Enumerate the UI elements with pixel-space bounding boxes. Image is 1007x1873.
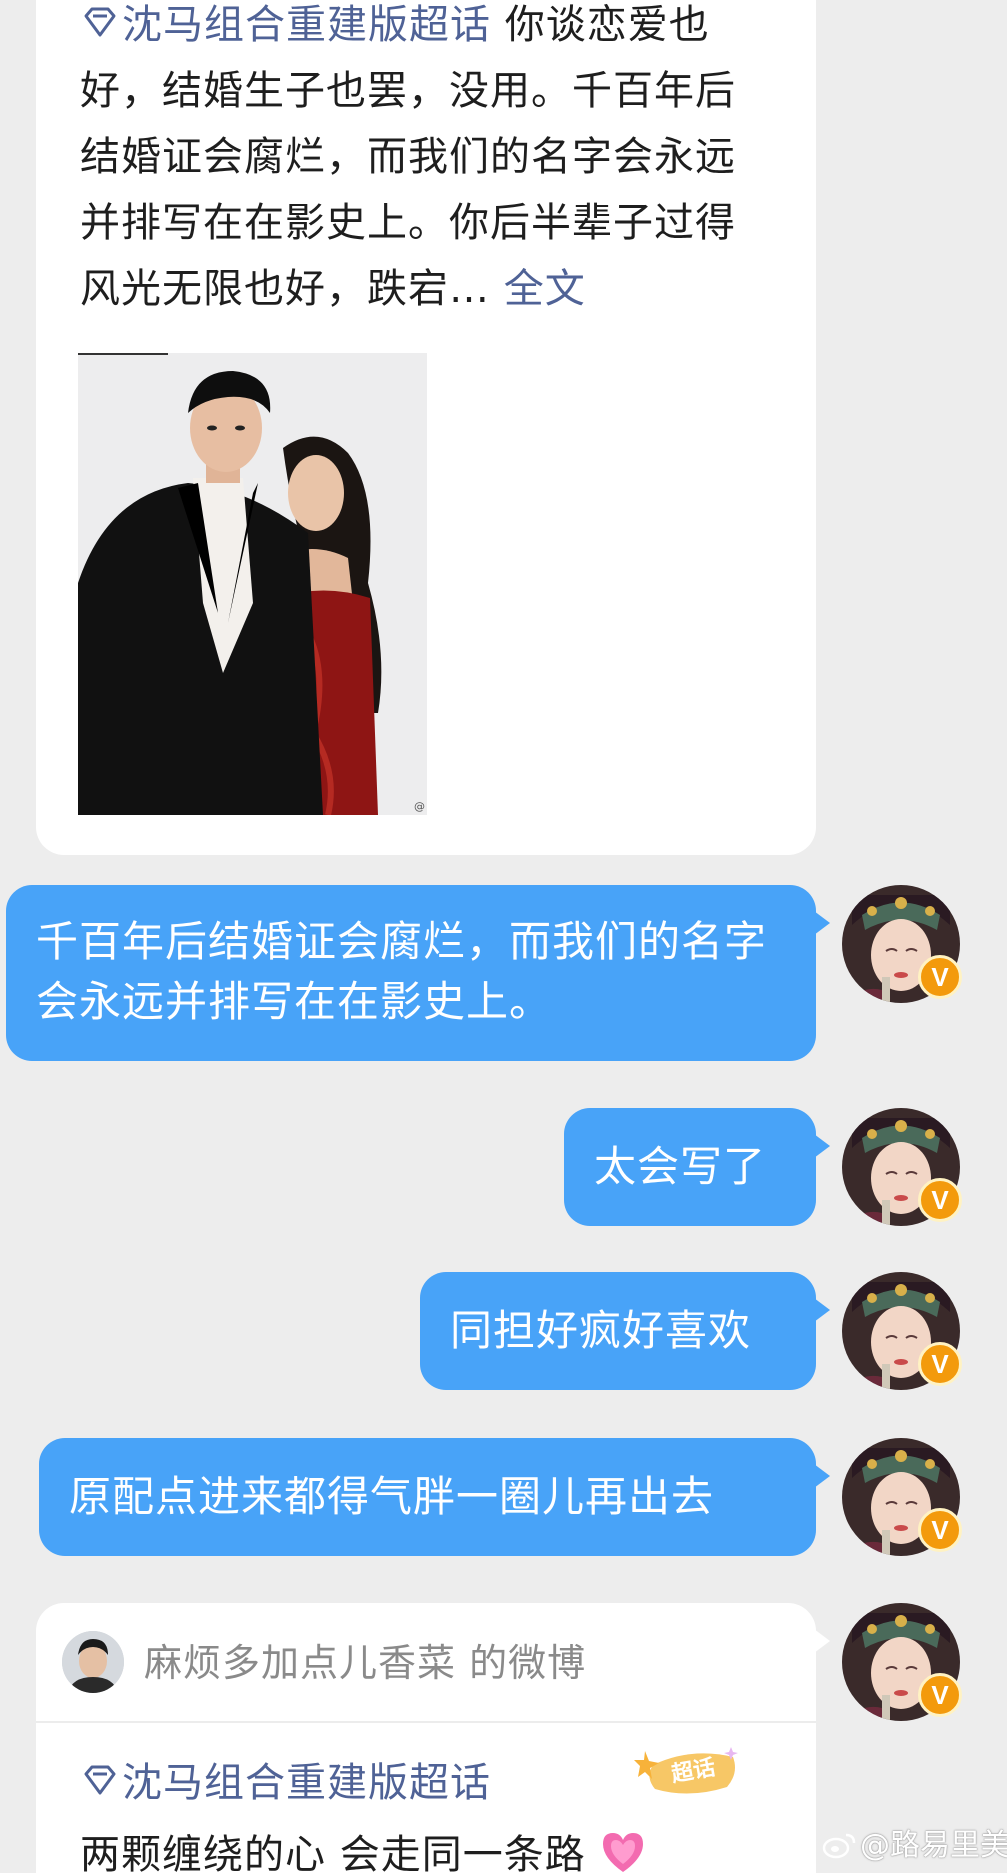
verified-badge: V	[918, 1178, 962, 1222]
post-text-block: 沈马组合重建版超话 你谈恋爱也好，结婚生子也罢，没用。千百年后结婚证会腐烂，而我…	[80, 0, 770, 322]
weibo-logo-icon	[822, 1833, 856, 1859]
message-bubble[interactable]: 千百年后结婚证会腐烂，而我们的名字会永远并排写在在影史上。	[6, 885, 830, 1061]
shared-post-card[interactable]: 麻烦多加点儿香菜 的微博 沈马组合重建版超话 超话 两颗缠绕的心 会走同一条路	[36, 1603, 830, 1873]
shared-post-card[interactable]: 沈马组合重建版超话 你谈恋爱也好，结婚生子也罢，没用。千百年后结婚证会腐烂，而我…	[36, 0, 816, 855]
topic-link[interactable]: 沈马组合重建版超话	[80, 1753, 491, 1813]
photo-indicator	[78, 353, 168, 355]
verified-badge: V	[918, 1508, 962, 1552]
divider	[36, 1721, 816, 1723]
author-line: 麻烦多加点儿香菜 的微博	[144, 1639, 586, 1687]
photo-watermark: @	[414, 800, 425, 813]
author-suffix: 的微博	[469, 1641, 587, 1685]
post-text: 两颗缠绕的心 会走同一条路	[80, 1832, 586, 1873]
topic-label: 沈马组合重建版超话	[122, 1760, 491, 1806]
diamond-icon	[84, 7, 116, 37]
diamond-icon	[84, 1765, 116, 1795]
verified-badge: V	[918, 955, 962, 999]
author-name[interactable]: 麻烦多加点儿香菜	[144, 1641, 456, 1685]
topic-link[interactable]: 沈马组合重建版超话	[80, 2, 505, 48]
author-avatar-image	[62, 1631, 124, 1693]
full-text-link[interactable]: 全文	[504, 266, 586, 312]
message-text: 原配点进来都得气胖一圈儿再出去	[69, 1472, 715, 1521]
message-bubble[interactable]: 同担好疯好喜欢	[420, 1272, 830, 1390]
watermark-text: @路易里美	[860, 1828, 1007, 1863]
topic-label: 沈马组合重建版超话	[122, 2, 491, 48]
message-bubble[interactable]: 太会写了	[564, 1108, 830, 1226]
verified-badge: V	[918, 1673, 962, 1717]
post-text-block: 两颗缠绕的心 会走同一条路	[80, 1825, 647, 1873]
verified-badge: V	[918, 1342, 962, 1386]
couple-photo	[78, 353, 427, 815]
post-text: 你谈恋爱也好，结婚生子也罢，没用。千百年后结婚证会腐烂，而我们的名字会永远并排写…	[80, 2, 736, 312]
weibo-watermark: @路易里美	[822, 1826, 1007, 1866]
author-avatar[interactable]	[62, 1631, 124, 1693]
chaohua-badge: 超话	[631, 1743, 747, 1799]
message-bubble[interactable]: 原配点进来都得气胖一圈儿再出去	[39, 1438, 830, 1556]
chat-screen: 沈马组合重建版超话 你谈恋爱也好，结婚生子也罢，没用。千百年后结婚证会腐烂，而我…	[0, 0, 1007, 1873]
heart-icon	[603, 1833, 644, 1872]
post-photo[interactable]: @	[78, 353, 427, 815]
message-text: 千百年后结婚证会腐烂，而我们的名字会永远并排写在在影史上。	[36, 917, 768, 1026]
message-text: 太会写了	[594, 1142, 767, 1191]
message-text: 同担好疯好喜欢	[450, 1306, 752, 1355]
